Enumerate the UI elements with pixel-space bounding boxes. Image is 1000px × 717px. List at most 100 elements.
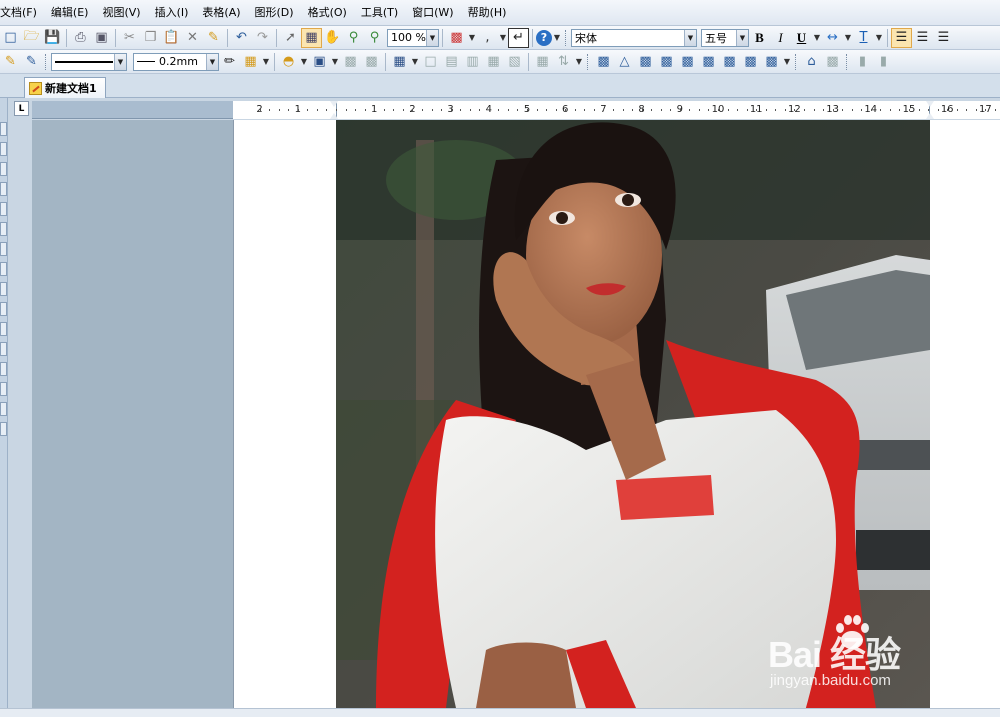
layer-icon[interactable]: ▩ — [822, 52, 843, 72]
chevron-down-icon[interactable]: ▼ — [782, 52, 792, 72]
insert-image-icon[interactable]: ▩ — [446, 28, 467, 48]
redo-icon[interactable]: ↷ — [252, 28, 273, 48]
callout-6-icon[interactable]: ▩ — [698, 52, 719, 72]
side-tool-icon[interactable] — [0, 302, 7, 316]
hand-icon[interactable]: ✋ — [322, 28, 343, 48]
line-style-select[interactable]: ▼ — [51, 52, 127, 71]
underline-button[interactable]: U — [791, 28, 812, 48]
callout-9-icon[interactable]: ▩ — [761, 52, 782, 72]
edit-shape-icon[interactable]: ✎ — [0, 52, 21, 72]
menu-tools[interactable]: 工具(T) — [354, 0, 405, 26]
chevron-down-icon[interactable]: ▼ — [684, 29, 696, 46]
tab-document[interactable]: 新建文档1 — [24, 77, 106, 98]
distribute-icon[interactable]: ▮ — [852, 52, 873, 72]
horizontal-ruler[interactable]: 211234567891011121314151617 — [32, 101, 1000, 119]
chevron-down-icon[interactable]: ▼ — [874, 28, 884, 48]
toolbar-grip[interactable] — [795, 53, 798, 70]
toolbar-grip[interactable] — [45, 53, 48, 70]
menu-help[interactable]: 帮助(H) — [461, 0, 514, 26]
side-tool-icon[interactable] — [0, 402, 7, 416]
side-tool-icon[interactable] — [0, 202, 7, 216]
table-border-icon[interactable]: □ — [420, 52, 441, 72]
distribute2-icon[interactable]: ▮ — [873, 52, 894, 72]
side-tool-icon[interactable] — [0, 122, 7, 136]
select-grid-icon[interactable]: ▦ — [301, 27, 322, 48]
left-indent-marker[interactable] — [330, 101, 338, 119]
chevron-down-icon[interactable]: ▼ — [410, 52, 420, 72]
cell-align-icon[interactable]: ▦ — [532, 52, 553, 72]
menu-edit[interactable]: 编辑(E) — [44, 0, 96, 26]
chevron-down-icon[interactable]: ▼ — [426, 29, 438, 46]
font-color-icon[interactable]: T — [853, 28, 874, 48]
zoom-out-icon[interactable]: ⚲ — [364, 28, 385, 48]
font-name-select[interactable]: 宋体 ▼ — [571, 28, 697, 47]
chevron-down-icon[interactable]: ▼ — [812, 28, 822, 48]
chevron-down-icon[interactable]: ▼ — [552, 28, 562, 48]
home-icon[interactable]: ⌂ — [801, 52, 822, 72]
line-width-select[interactable]: 0.2mm ▼ — [133, 52, 219, 71]
menu-view[interactable]: 视图(V) — [95, 0, 147, 26]
save-icon[interactable]: 💾 — [42, 28, 63, 48]
side-tool-icon[interactable] — [0, 162, 7, 176]
chevron-down-icon[interactable]: ▼ — [330, 52, 340, 72]
side-tool-icon[interactable] — [0, 282, 7, 296]
toolbar-grip[interactable] — [565, 29, 568, 46]
toolbar-grip[interactable] — [846, 53, 849, 70]
menu-insert[interactable]: 插入(I) — [148, 0, 196, 26]
side-tool-icon[interactable] — [0, 422, 7, 436]
sort-icon[interactable]: ⇅ — [553, 52, 574, 72]
frame-icon[interactable]: ▩ — [340, 52, 361, 72]
fill-color-icon[interactable]: ◓ — [278, 52, 299, 72]
comma-icon[interactable]: , — [477, 28, 498, 48]
menu-graphics[interactable]: 图形(D) — [248, 0, 301, 26]
merge-cells-icon[interactable]: ▦ — [483, 52, 504, 72]
menu-window[interactable]: 窗口(W) — [405, 0, 460, 26]
side-tool-icon[interactable] — [0, 262, 7, 276]
paste-icon[interactable]: 📋 — [161, 28, 182, 48]
callout-5-icon[interactable]: ▩ — [677, 52, 698, 72]
chevron-down-icon[interactable]: ▼ — [843, 28, 853, 48]
horizontal-scrollbar[interactable] — [0, 708, 1000, 717]
italic-button[interactable]: I — [770, 28, 791, 48]
align-left-icon[interactable]: ☰ — [891, 27, 912, 48]
shape-properties-icon[interactable]: ✎ — [21, 52, 42, 72]
split-cells-icon[interactable]: ▧ — [504, 52, 525, 72]
chevron-down-icon[interactable]: ▼ — [574, 52, 584, 72]
callout-3-icon[interactable]: ▩ — [635, 52, 656, 72]
insert-column-icon[interactable]: ▥ — [462, 52, 483, 72]
copy-icon[interactable]: ❐ — [140, 28, 161, 48]
chevron-down-icon[interactable]: ▼ — [299, 52, 309, 72]
align-right-icon[interactable]: ☰ — [933, 28, 954, 48]
chevron-down-icon[interactable]: ▼ — [206, 53, 218, 70]
callout-1-icon[interactable]: ▩ — [593, 52, 614, 72]
chevron-down-icon[interactable]: ▼ — [498, 28, 508, 48]
line-color-icon[interactable]: ✏ — [219, 52, 240, 72]
insert-row-icon[interactable]: ▤ — [441, 52, 462, 72]
table-icon[interactable]: ▦ — [389, 52, 410, 72]
chevron-down-icon[interactable]: ▼ — [261, 52, 271, 72]
toolbar-grip[interactable] — [587, 53, 590, 70]
side-tool-icon[interactable] — [0, 222, 7, 236]
character-spacing-icon[interactable]: ↔ — [822, 28, 843, 48]
open-folder-icon[interactable]: 🗁 — [21, 28, 42, 48]
chevron-down-icon[interactable]: ▼ — [467, 28, 477, 48]
side-tool-icon[interactable] — [0, 182, 7, 196]
side-tool-icon[interactable] — [0, 242, 7, 256]
menu-format[interactable]: 格式(O) — [301, 0, 354, 26]
pointer-icon[interactable]: ➚ — [280, 28, 301, 48]
delete-icon[interactable]: ✕ — [182, 28, 203, 48]
zoom-select[interactable]: 100 % ▼ — [387, 28, 439, 47]
frame2-icon[interactable]: ▩ — [361, 52, 382, 72]
print-icon[interactable]: ⎙ — [70, 28, 91, 48]
undo-icon[interactable]: ↶ — [231, 28, 252, 48]
side-tool-icon[interactable] — [0, 382, 7, 396]
callout-8-icon[interactable]: ▩ — [740, 52, 761, 72]
bold-button[interactable]: B — [749, 28, 770, 48]
font-size-select[interactable]: 五号 ▼ — [701, 28, 749, 47]
shadow-icon[interactable]: ▣ — [309, 52, 330, 72]
paragraph-mark-icon[interactable]: ↵ — [508, 27, 529, 48]
side-tool-icon[interactable] — [0, 322, 7, 336]
right-indent-marker[interactable] — [926, 101, 934, 119]
zoom-in-icon[interactable]: ⚲ — [343, 28, 364, 48]
new-document-icon[interactable]: □ — [0, 28, 21, 48]
